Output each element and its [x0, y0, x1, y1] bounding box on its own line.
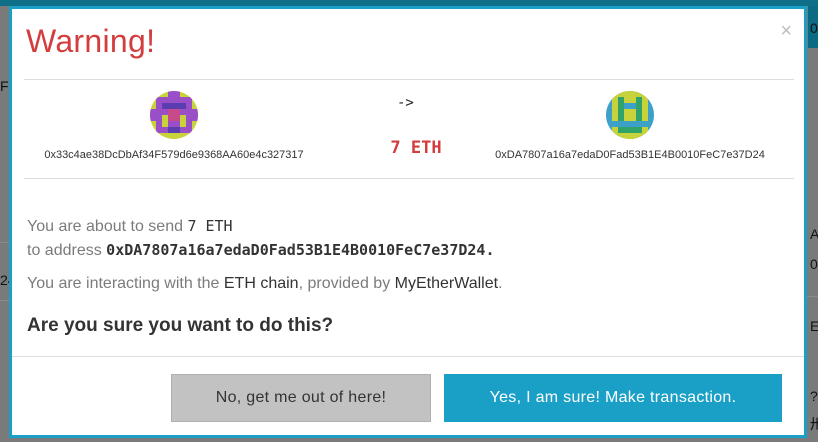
background-text-fragment: 0 [810, 256, 818, 272]
background-divider [0, 242, 9, 243]
destination-address: 0xDA7807a16a7edaD0Fad53B1E4B0010FeC7e37D… [106, 241, 495, 259]
transfer-arrow: -> [397, 95, 414, 111]
to-identicon-icon [606, 91, 654, 139]
confirmation-question: Are you sure you want to do this? [27, 315, 334, 336]
transfer-amount: 7 ETH [390, 138, 442, 158]
from-party: 0x33c4ae38DcDbAf34F579d6e9368AA60e4c3273… [24, 91, 324, 161]
background-text-fragment: A [810, 226, 818, 242]
background-text-fragment: 0 [810, 20, 818, 36]
cancel-button[interactable]: No, get me out of here! [171, 374, 431, 422]
send-prefix: You are about to send [27, 218, 183, 235]
summary-divider [24, 178, 794, 179]
chain-prefix: You are interacting with the [27, 275, 220, 292]
background-text-fragment: ? [810, 388, 818, 404]
background-divider [0, 300, 9, 301]
to-address: 0xDA7807a16a7edaD0Fad53B1E4B0010FeC7e37D… [495, 149, 765, 161]
background-text-fragment: E [810, 318, 818, 334]
chain-line: You are interacting with the ETH chain, … [27, 275, 503, 293]
transaction-summary: 0x33c4ae38DcDbAf34F579d6e9368AA60e4c3273… [24, 83, 794, 175]
confirm-transaction-button[interactable]: Yes, I am sure! Make transaction. [444, 374, 782, 422]
to-prefix: to address [27, 242, 102, 259]
address-line: to address 0xDA7807a16a7edaD0Fad53B1E4B0… [27, 241, 495, 260]
background-text-fragment: 卅 [810, 416, 818, 432]
to-party: 0xDA7807a16a7edaD0Fad53B1E4B0010FeC7e37D… [460, 91, 800, 161]
send-amount: 7 ETH [187, 217, 233, 235]
provider-suffix: . [498, 275, 503, 292]
close-icon[interactable]: × [780, 21, 792, 41]
from-address: 0x33c4ae38DcDbAf34F579d6e9368AA60e4c3273… [44, 149, 304, 161]
modal-title: Warning! [26, 23, 156, 59]
background-divider [807, 296, 818, 297]
provider-name: MyEtherWallet [394, 275, 499, 292]
provider-prefix: , provided by [298, 275, 391, 292]
chain-name: ETH chain [223, 275, 299, 292]
header-divider [24, 79, 794, 80]
from-identicon-icon [150, 91, 198, 139]
modal-footer: No, get me out of here! Yes, I am sure! … [12, 357, 804, 435]
warning-modal: Warning! × 0x33c4ae38DcDbAf34F579d6e9368… [9, 6, 807, 438]
send-line: You are about to send 7 ETH [27, 217, 233, 236]
